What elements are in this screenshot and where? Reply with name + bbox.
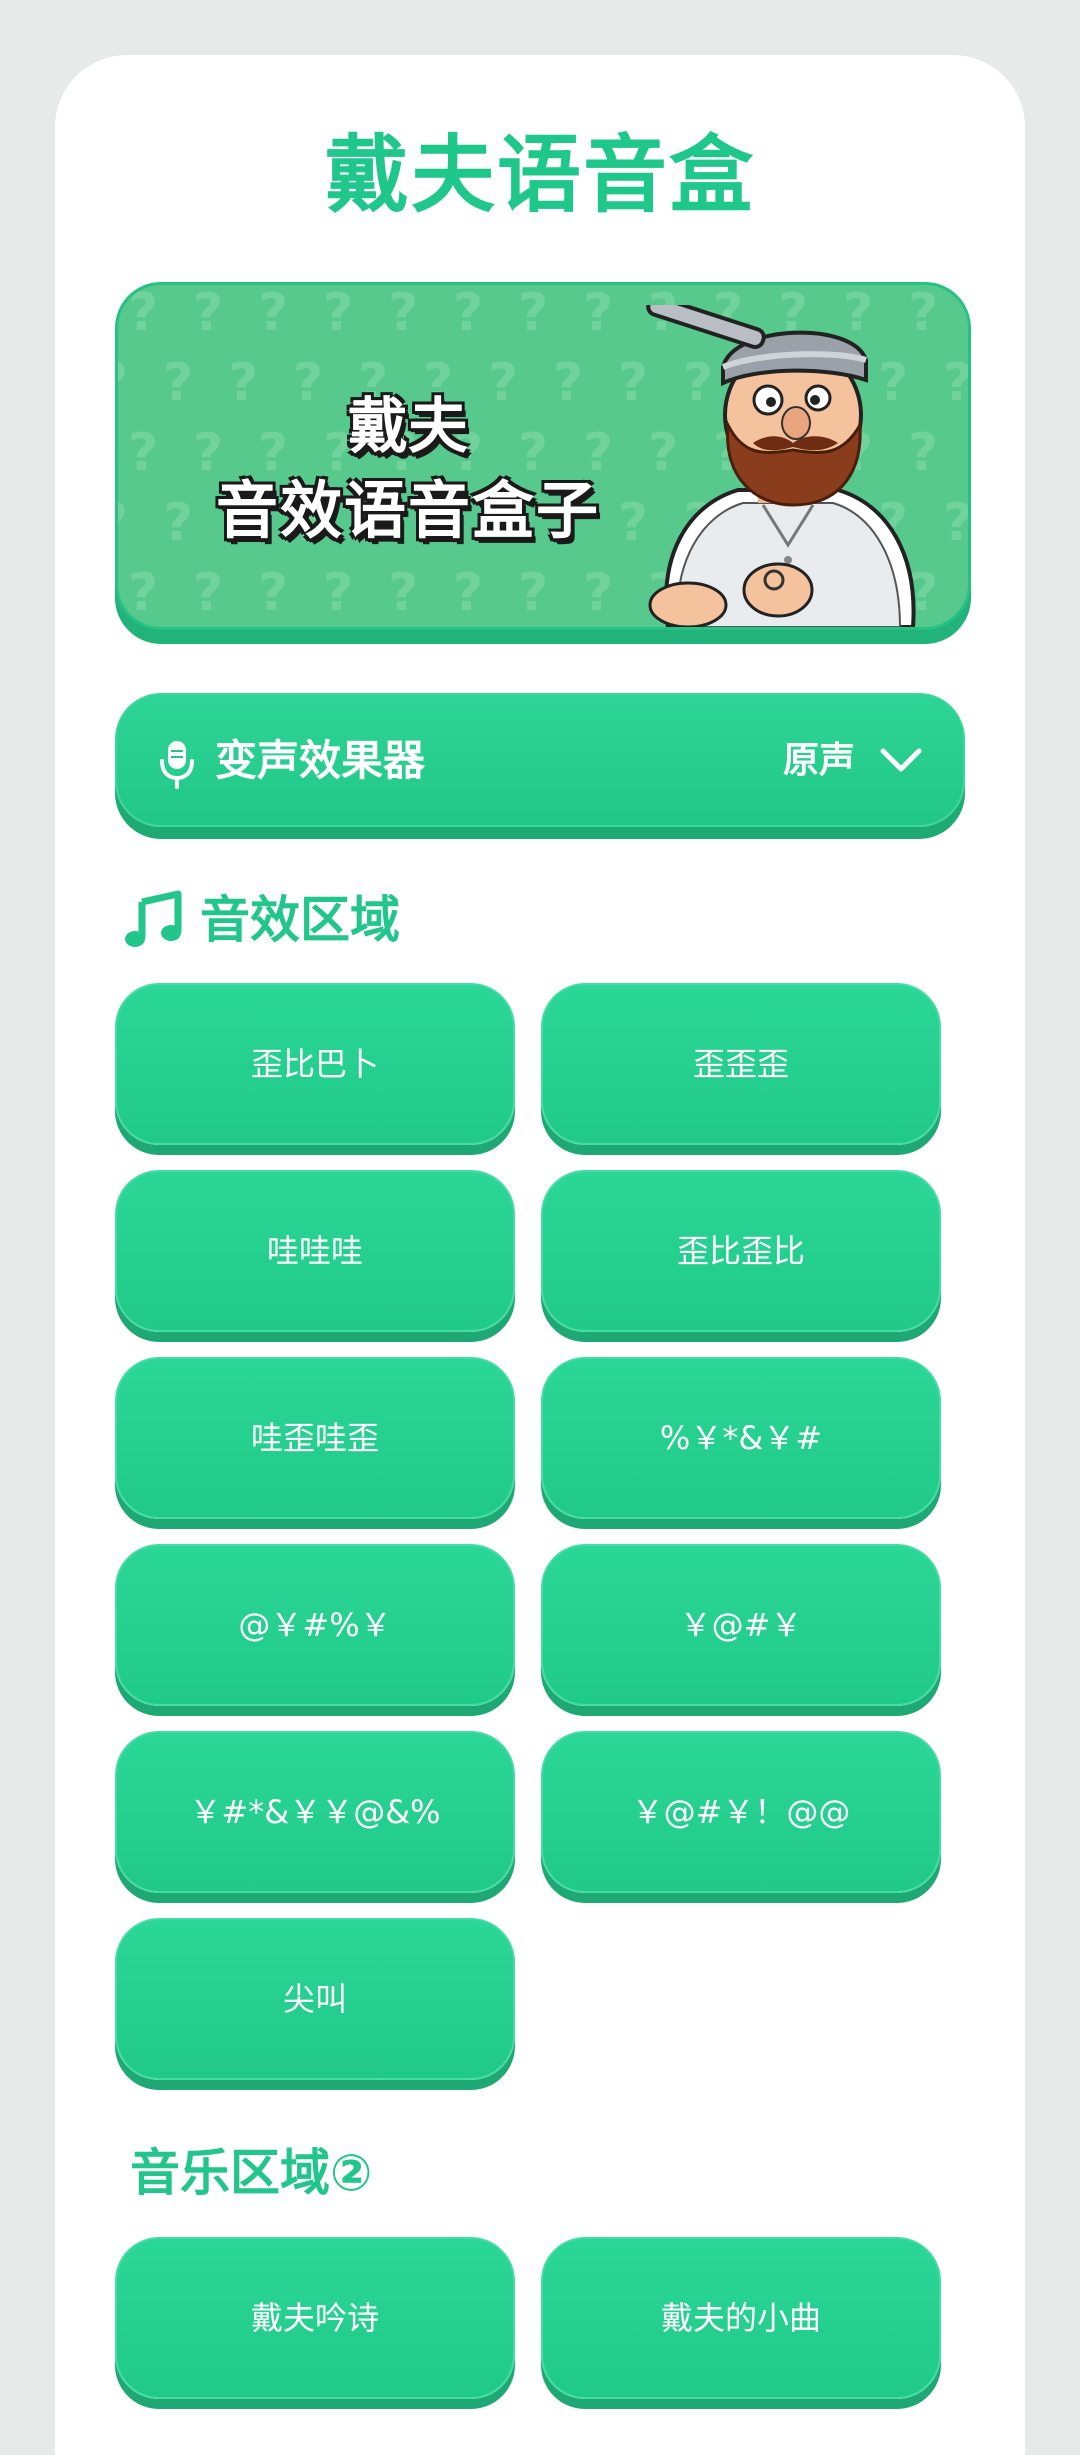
hero-banner: ????????????? ?????????????? ???????????… (115, 282, 971, 630)
svg-text:?: ? (453, 285, 483, 343)
microphone-icon (160, 741, 194, 789)
crazy-dave-character (646, 305, 916, 627)
sound-button[interactable]: ￥@#￥！@@ (541, 1731, 941, 1893)
svg-text:?: ? (583, 285, 613, 343)
svg-text:?: ? (258, 285, 288, 343)
sound-button[interactable]: ￥#*&￥￥@&% (115, 1731, 515, 1893)
sfx-section-heading: 音效区域 (200, 891, 400, 949)
sound-button[interactable]: 歪比巴卜 (115, 983, 515, 1145)
svg-text:?: ? (258, 563, 288, 623)
sound-button[interactable]: 哇歪哇歪 (115, 1357, 515, 1519)
svg-text:?: ? (193, 285, 223, 343)
voice-changer-label: 变声效果器 (215, 736, 426, 785)
sound-button[interactable]: @￥#%￥ (115, 1544, 515, 1706)
svg-text:?: ? (323, 285, 353, 343)
voice-changer-selected-value: 原声 (782, 740, 855, 781)
svg-text:?: ? (128, 563, 158, 623)
svg-text:?: ? (118, 353, 128, 413)
svg-text:?: ? (388, 285, 418, 343)
svg-text:?: ? (943, 353, 968, 413)
sound-button[interactable]: 尖叫 (115, 1918, 515, 2080)
svg-text:?: ? (323, 563, 353, 623)
banner-title-line1: 戴夫 (348, 392, 468, 462)
svg-text:?: ? (118, 493, 128, 553)
svg-text:?: ? (128, 423, 158, 483)
music-button[interactable]: 戴夫吟诗 (115, 2237, 515, 2399)
svg-text:?: ? (583, 563, 613, 623)
banner-text: 戴夫 音效语音盒子 (188, 385, 628, 553)
music-section-heading: 音乐区域② (130, 2144, 373, 2202)
voice-changer-selector[interactable]: 变声效果器 原声 (115, 693, 965, 827)
svg-text:?: ? (193, 563, 223, 623)
sound-button[interactable]: 歪歪歪 (541, 983, 941, 1145)
sound-button[interactable]: 哇哇哇 (115, 1170, 515, 1332)
svg-text:?: ? (518, 563, 548, 623)
banner-title-line2: 音效语音盒子 (215, 474, 600, 547)
svg-text:?: ? (453, 563, 483, 623)
sound-button[interactable]: 歪比歪比 (541, 1170, 941, 1332)
svg-text:?: ? (128, 285, 158, 343)
sound-button[interactable]: ￥@#￥ (541, 1544, 941, 1706)
music-note-icon (125, 890, 182, 947)
svg-text:?: ? (943, 493, 968, 553)
sound-button[interactable]: %￥*&￥# (541, 1357, 941, 1519)
chevron-down-icon (880, 748, 922, 772)
app-title: 戴夫语音盒 (324, 126, 755, 224)
svg-text:?: ? (518, 285, 548, 343)
music-button[interactable]: 戴夫的小曲 (541, 2237, 941, 2399)
svg-text:?: ? (388, 563, 418, 623)
